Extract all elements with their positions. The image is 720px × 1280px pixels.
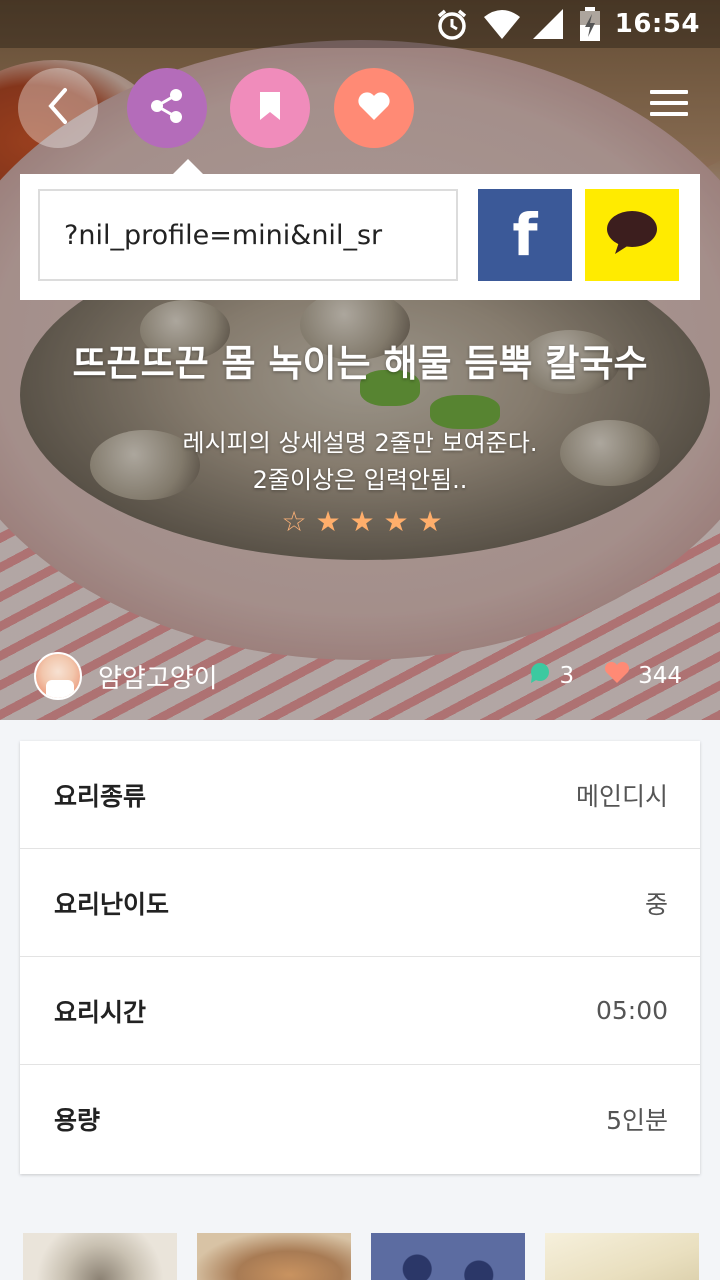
facebook-share-button[interactable]: f [478, 189, 572, 281]
kakao-share-button[interactable] [585, 189, 679, 281]
info-row-difficulty: 요리난이도 중 [20, 849, 700, 957]
recipe-description-line: 레시피의 상세설명 2줄만 보여준다. [182, 429, 538, 457]
share-popover-caret [172, 159, 204, 175]
share-url-field[interactable]: ?nil_profile=mini&nil_sr [38, 189, 458, 281]
facebook-icon: f [512, 201, 538, 269]
avatar [34, 652, 82, 700]
info-label: 요리난이도 [54, 889, 170, 919]
info-value: 05:00 [595, 996, 668, 1025]
recipe-title: 뜨끈뜨끈 몸 녹이는 해물 듬뿍 칼국수 [72, 342, 648, 385]
share-popover: ?nil_profile=mini&nil_sr f [20, 159, 700, 300]
comment-bubble-icon [529, 662, 551, 690]
comment-count-group[interactable]: 3 [529, 662, 574, 690]
hamburger-menu-icon-bar [650, 112, 688, 116]
like-count-group[interactable]: 344 [604, 661, 682, 690]
bookmark-icon [257, 90, 283, 126]
wifi-icon [483, 7, 520, 41]
ingredient-thumbnail[interactable] [197, 1233, 351, 1280]
alarm-icon [435, 7, 469, 41]
share-icon [147, 86, 187, 130]
like-button[interactable] [334, 68, 414, 148]
recipe-description: 레시피의 상세설명 2줄만 보여준다. 2줄이상은 입력안됨.. [0, 425, 720, 499]
info-value: 5인분 [606, 1106, 668, 1135]
signal-icon [531, 7, 565, 41]
author-name: 얌얌고양이 [98, 663, 218, 694]
info-value: 메인디시 [575, 781, 668, 811]
back-button[interactable] [18, 68, 98, 148]
status-bar: 16:54 [0, 0, 720, 48]
hamburger-menu-icon-bar [650, 101, 688, 105]
share-button[interactable] [127, 68, 207, 148]
recipe-stats: 3 344 [529, 661, 682, 690]
info-row-category: 요리종류 메인디시 [20, 741, 700, 849]
star-filled-icon: ★ [315, 505, 341, 538]
info-value: 중 [644, 889, 668, 919]
bookmark-button[interactable] [230, 68, 310, 148]
kakao-speech-bubble-icon [605, 210, 659, 260]
comment-count: 3 [559, 663, 575, 689]
info-row-servings: 용량 5인분 [20, 1065, 700, 1173]
recipe-info-card: 요리종류 메인디시 요리난이도 중 요리시간 05:00 용량 5인분 [20, 741, 700, 1174]
star-filled-icon: ★ [417, 505, 443, 538]
hamburger-menu-icon [650, 90, 688, 94]
info-row-time: 요리시간 05:00 [20, 957, 700, 1065]
ingredient-thumbnail[interactable] [23, 1233, 177, 1280]
hamburger-menu-button[interactable] [650, 90, 688, 118]
recipe-description-line: 2줄이상은 입력안됨.. [252, 466, 468, 494]
chevron-left-icon [43, 86, 73, 130]
like-count: 344 [638, 663, 682, 689]
ingredient-thumbnail[interactable] [371, 1233, 525, 1280]
info-label: 요리종류 [54, 781, 147, 811]
rating-stars: ☆ ★ ★ ★ ★ [278, 505, 446, 538]
author-info[interactable]: 얌얌고양이 [34, 652, 218, 700]
heart-icon [604, 661, 630, 690]
star-filled-icon: ★ [349, 505, 375, 538]
battery-charging-icon [579, 7, 601, 41]
info-label: 요리시간 [54, 997, 147, 1027]
info-label: 용량 [54, 1106, 101, 1135]
status-time: 16:54 [614, 9, 700, 39]
heart-icon [357, 91, 391, 125]
ingredient-thumbnails [23, 1233, 699, 1280]
star-filled-icon: ★ [383, 505, 409, 538]
star-empty-icon: ☆ [281, 505, 307, 538]
ingredient-thumbnail[interactable] [545, 1233, 699, 1280]
